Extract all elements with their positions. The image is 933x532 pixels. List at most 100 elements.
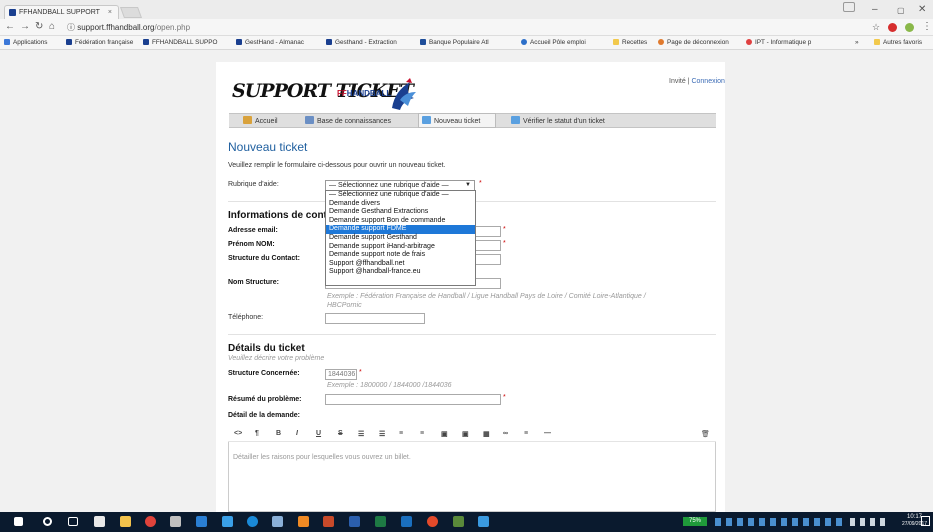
- bookmark-recettes[interactable]: Recettes: [613, 39, 647, 46]
- reload-icon[interactable]: ↻: [35, 21, 43, 32]
- topic-option[interactable]: Demande support Gesthand: [326, 234, 475, 243]
- app-icon-4[interactable]: [478, 516, 489, 527]
- ordered-list-icon[interactable]: ☰: [379, 430, 385, 438]
- vlc-icon[interactable]: [298, 516, 309, 527]
- bookmarks-bar: Applications Fédération française FFHAND…: [0, 36, 933, 50]
- notifications-icon[interactable]: [921, 516, 930, 526]
- outdent-icon[interactable]: ≡: [399, 430, 403, 437]
- minimize-icon[interactable]: –: [872, 4, 878, 15]
- chrome-icon[interactable]: [145, 516, 156, 527]
- search-icon[interactable]: [43, 517, 52, 526]
- html-icon[interactable]: <>: [234, 430, 242, 437]
- link-icon[interactable]: ∞: [503, 430, 508, 437]
- home-icon[interactable]: ⌂: [49, 21, 55, 32]
- bookmark-almanach[interactable]: GestHand - Almanac: [236, 39, 304, 46]
- url-host: support.ffhandball.org: [77, 23, 155, 32]
- task-view-icon[interactable]: [68, 517, 78, 526]
- system-tray-icons[interactable]: [850, 518, 890, 526]
- underline-icon[interactable]: U: [316, 430, 321, 437]
- tray-icons[interactable]: [715, 518, 845, 526]
- chrome-icon-2[interactable]: [427, 516, 438, 527]
- extension-icon[interactable]: [905, 23, 914, 32]
- bookmark-deconnexion[interactable]: Page de déconnexion: [658, 39, 729, 46]
- bookmark-extraction[interactable]: Gesthand - Extraction: [326, 39, 397, 46]
- bookmark-other[interactable]: Autres favoris: [874, 39, 922, 46]
- back-icon[interactable]: ←: [5, 21, 15, 32]
- structure-contact-label: Structure du Contact:: [228, 255, 300, 262]
- login-link[interactable]: Connexion: [691, 78, 724, 85]
- guest-label: Invité: [669, 78, 686, 85]
- calculator-icon[interactable]: [170, 516, 181, 527]
- tab-close-icon[interactable]: ×: [108, 6, 112, 19]
- align-icon[interactable]: ≡: [524, 430, 528, 437]
- structure-concernee-field[interactable]: 1844036: [325, 369, 357, 380]
- topic-option[interactable]: Demande Gesthand Extractions: [326, 208, 475, 217]
- url-input[interactable]: ⓘ support.ffhandball.org/open.php: [67, 22, 190, 33]
- unordered-list-icon[interactable]: ☰: [358, 430, 364, 438]
- forward-icon[interactable]: →: [20, 21, 30, 32]
- bookmark-support[interactable]: FFHANDBALL SUPPO: [143, 39, 217, 46]
- store-icon[interactable]: [94, 516, 105, 527]
- bookmark-banque[interactable]: Banque Populaire Atl: [420, 39, 489, 46]
- topic-option[interactable]: Demande divers: [326, 200, 475, 209]
- structure-concernee-label: Structure Concernée:: [228, 370, 300, 377]
- menu-dots-icon[interactable]: ⋮: [922, 21, 932, 32]
- structure-concernee-hint: Exemple : 1800000 / 1844000 /1844036: [327, 382, 452, 389]
- bookmark-pole-emploi[interactable]: Accueil Pôle emploi: [521, 39, 586, 46]
- extension-abp-icon[interactable]: [888, 23, 897, 32]
- topic-option[interactable]: — Sélectionnez une rubrique d'aide —: [326, 191, 475, 200]
- rooster-logo-icon: [392, 78, 416, 110]
- app-icon-3[interactable]: [453, 516, 464, 527]
- word-icon[interactable]: [349, 516, 360, 527]
- bookmark-ipt[interactable]: IPT - Informatique p: [746, 39, 811, 46]
- nav-check-status[interactable]: Vérifier le statut d'un ticket: [511, 116, 605, 125]
- topic-option[interactable]: Demande support FDME: [326, 225, 475, 234]
- windows-start-icon[interactable]: [14, 517, 23, 526]
- required-mark: *: [479, 180, 482, 187]
- bookmark-star-icon[interactable]: ☆: [872, 22, 880, 33]
- nav-home[interactable]: Accueil: [243, 116, 278, 125]
- url-path: /open.php: [154, 23, 191, 32]
- app-icon-2[interactable]: [272, 516, 283, 527]
- intro-text: Veuillez remplir le formulaire ci-dessou…: [228, 162, 446, 169]
- topic-option[interactable]: Support @handball-france.eu: [326, 268, 475, 277]
- nav-new-ticket[interactable]: Nouveau ticket: [422, 116, 480, 125]
- new-ticket-icon: [422, 116, 431, 124]
- horizontal-rule-icon[interactable]: —: [544, 430, 551, 437]
- paragraph-icon[interactable]: ¶: [255, 430, 259, 437]
- browser-tab[interactable]: FFHANDBALL SUPPORT ×: [4, 5, 119, 19]
- book-icon: [305, 116, 314, 124]
- profile-icon[interactable]: [843, 2, 855, 12]
- phone-field[interactable]: [325, 313, 425, 324]
- topic-option[interactable]: Support @ffhandball.net: [326, 260, 475, 269]
- detail-label: Détail de la demande:: [228, 412, 300, 419]
- italic-icon[interactable]: I: [296, 430, 298, 437]
- indent-icon[interactable]: ≡: [420, 430, 424, 437]
- trash-icon[interactable]: 🗑: [701, 430, 710, 438]
- bold-icon[interactable]: B: [276, 430, 281, 437]
- explorer-icon[interactable]: [120, 516, 131, 527]
- tab-title: FFHANDBALL SUPPORT: [19, 9, 100, 16]
- topic-option[interactable]: Demande support iHand-arbitrage: [326, 243, 475, 252]
- powerpoint-icon[interactable]: [323, 516, 334, 527]
- app-icon[interactable]: [247, 516, 258, 527]
- image-icon[interactable]: ▣: [441, 430, 448, 438]
- new-tab-button[interactable]: [119, 7, 143, 18]
- table-icon[interactable]: ▦: [483, 430, 490, 438]
- battery-indicator[interactable]: 75%: [683, 517, 707, 526]
- bookmark-ffhb[interactable]: Fédération française: [66, 39, 133, 46]
- outlook-icon[interactable]: [401, 516, 412, 527]
- resume-field[interactable]: [325, 394, 501, 405]
- bookmarks-overflow[interactable]: »: [855, 39, 859, 46]
- maximize-icon[interactable]: ▢: [897, 6, 905, 15]
- close-window-icon[interactable]: ✕: [918, 4, 926, 15]
- excel-icon[interactable]: [375, 516, 386, 527]
- topic-option[interactable]: Demande support note de frais: [326, 251, 475, 260]
- video-icon[interactable]: ▣: [462, 430, 469, 438]
- topic-option[interactable]: Demande support Bon de commande: [326, 217, 475, 226]
- edge-icon[interactable]: [196, 516, 207, 527]
- nav-kb[interactable]: Base de connaissances: [305, 116, 391, 125]
- skype-icon[interactable]: [222, 516, 233, 527]
- strike-icon[interactable]: S: [338, 430, 343, 437]
- bookmark-apps[interactable]: Applications: [4, 39, 47, 46]
